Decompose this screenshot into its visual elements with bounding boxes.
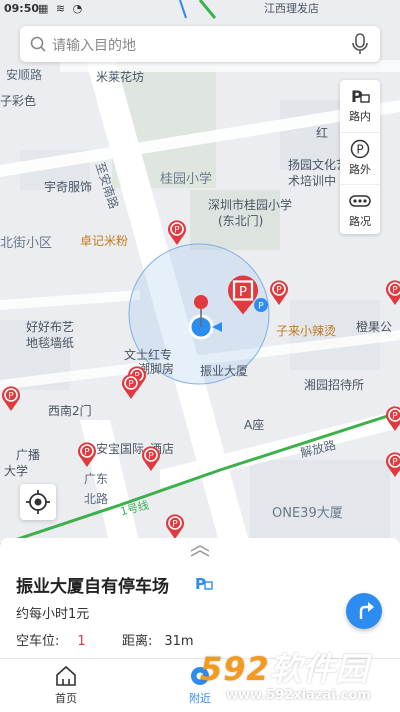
parking-lot-icon: P [351,87,370,106]
filter-off-street-button[interactable]: P 路外 [340,132,380,183]
map-label: 振业大厦 [200,364,249,378]
parking-pin-icon[interactable]: P [140,444,162,472]
parking-pin-icon[interactable]: P [76,440,98,468]
map-label: 扬园文化艺 [288,158,349,172]
signal-icon: ▦ ≋ ◔ [38,2,85,15]
map-label: 子来小辣烫 [276,324,337,338]
route-icon [359,602,374,619]
svg-text:P: P [392,412,398,422]
parking-pin-icon[interactable]: P [268,278,290,306]
search-input[interactable]: 请输入目的地 [52,35,136,55]
svg-text:P: P [172,520,178,530]
map-label: 广东 [84,472,109,486]
distance-value: 31m [164,634,194,649]
parking-pin-icon[interactable]: P [384,404,400,432]
svg-text:P: P [239,284,247,300]
filter-label: 路况 [349,215,371,228]
map-label: 地毯墙纸 [26,336,75,350]
map-label: 橙果公 [356,320,393,334]
map-label: A座 [244,418,265,432]
map-label: 深圳市桂园小学 [208,198,293,212]
parking-pin-icon[interactable]: P [384,450,400,478]
parking-price: 约每小时1元 [16,607,90,622]
home-icon [56,665,76,686]
search-bar[interactable]: 请输入目的地 [20,26,380,62]
map-label: 好好布艺 [26,320,75,334]
map-label: 西南2门 [48,404,92,418]
watermark-url: www.592xiazai.com [226,688,371,703]
svg-text:P: P [148,452,154,462]
distance-label: 距离: [122,634,153,649]
map-label: 子彩色 [0,94,37,108]
map-label: 术培训中 [288,174,337,188]
map-label: 大学 [4,464,29,478]
map-label: (东北门) [218,214,264,228]
parking-pin-icon[interactable]: P [164,512,186,540]
map-label: 北路 [84,492,109,506]
tab-label: 首页 [55,692,77,705]
filter-on-street-button[interactable]: P 路内 [340,80,380,130]
parking-pin-icon[interactable]: P [166,218,188,246]
available-spaces: 空车位: 1 [16,630,86,649]
distance: 距离: 31m [122,630,194,649]
svg-text:P: P [276,286,282,296]
locate-button[interactable] [20,484,56,520]
parking-lot-icon: P [195,575,213,592]
crosshair-icon [26,490,50,514]
spaces-value: 1 [77,634,86,649]
map-label: 安宝国际 [96,442,145,456]
filter-traffic-button[interactable]: 路况 [340,184,380,235]
parking-pin-icon[interactable]: P [0,384,22,412]
svg-text:P: P [174,226,180,236]
parking-pin-icon[interactable]: P [120,372,142,400]
parking-circle-icon: P [350,139,370,159]
parking-sign-icon: P [254,298,268,312]
svg-text:P: P [392,458,398,468]
status-bar: 09:50 ▦ ≋ ◔ [0,0,400,18]
svg-text:P: P [392,286,398,296]
filter-label: 路内 [349,110,371,123]
map-label: 安顺路 [6,68,43,82]
search-icon [30,36,46,52]
map-label: 桂园小学 [160,172,213,187]
map-label: 北街小区 [0,236,53,251]
parking-pin-icon[interactable]: P [384,278,400,306]
parking-name: 振业大厦自有停车场 [16,577,169,597]
svg-text:P: P [128,380,134,390]
navigate-button[interactable] [346,593,382,629]
map-label: 红 [316,126,329,140]
site-watermark: 592软件园 www.592xiazai.com [196,640,400,711]
map-label: 湘园招待所 [304,378,365,392]
map-label: ONE39大厦 [272,506,343,521]
map-filter-panel: P 路内 P 路外 路况 [340,80,380,234]
filter-label: 路外 [349,163,371,176]
svg-text:P: P [356,143,363,157]
map-label: 卓记米粉 [80,234,129,248]
svg-text:P: P [258,302,264,312]
map-label: 米莱花坊 [96,70,145,84]
watermark-logo: 592软件园 [200,650,369,688]
svg-text:P: P [8,392,14,402]
map-label: 宇奇服饰 [44,180,93,194]
svg-text:P: P [84,448,90,458]
tab-home[interactable]: 首页 [16,659,116,712]
traffic-icon [349,195,371,207]
map-label: 广播 [16,448,41,462]
spaces-label: 空车位: [16,634,60,649]
clock: 09:50 [4,2,40,15]
microphone-icon[interactable] [350,33,370,55]
chevron-up-icon[interactable] [188,544,212,558]
